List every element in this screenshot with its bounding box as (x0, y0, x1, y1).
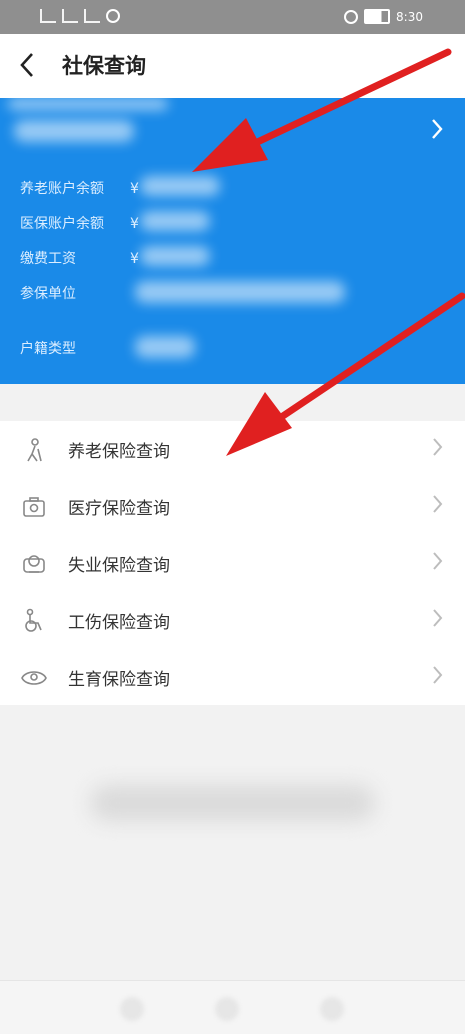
chevron-right-icon (431, 550, 443, 578)
info-label: 户籍类型 (20, 341, 76, 357)
blurred-value (135, 281, 345, 303)
blurred-id (14, 120, 134, 142)
menu-label: 生育保险查询 (68, 670, 170, 690)
account-info-card[interactable]: 养老账户余额 ¥ 医保账户余额 ¥ 缴费工资 ¥ 参保单位 户籍类型 (0, 98, 465, 384)
status-time: 8:30 (396, 9, 423, 24)
wifi-icon (106, 9, 120, 23)
chevron-right-icon (431, 493, 443, 521)
unemployment-icon (10, 551, 58, 577)
back-chevron-icon (20, 53, 33, 77)
chevron-right-icon (431, 607, 443, 635)
info-row-pension: 养老账户余额 ¥ (20, 178, 144, 198)
chevron-right-icon (431, 664, 443, 692)
maternity-icon (10, 665, 58, 691)
menu-label: 养老保险查询 (68, 442, 170, 462)
status-bar: 8:30 (0, 0, 465, 34)
insurance-menu: 养老保险查询 医疗保险查询 失业保险查询 工伤保险查询 生育保险查询 (0, 421, 465, 705)
sim-icon (40, 9, 56, 23)
menu-item-maternity[interactable]: 生育保险查询 (0, 649, 465, 706)
wheelchair-icon (10, 608, 58, 634)
blurred-value (140, 176, 220, 196)
status-left-icons (40, 9, 120, 23)
medical-camera-icon (10, 494, 58, 520)
elder-person-icon (10, 437, 58, 463)
menu-item-injury[interactable]: 工伤保险查询 (0, 592, 465, 649)
signal-icon (62, 9, 78, 23)
menu-label: 工伤保险查询 (68, 613, 170, 633)
info-row-household: 户籍类型 (20, 338, 144, 358)
battery-icon (364, 9, 391, 24)
info-label: 养老账户余额 (20, 181, 104, 197)
nav-icon-1[interactable] (120, 997, 144, 1021)
blurred-value (135, 336, 195, 358)
back-button[interactable] (16, 50, 46, 82)
alarm-icon (344, 9, 359, 24)
blurred-value (140, 246, 210, 266)
info-label: 缴费工资 (20, 251, 76, 267)
app-header: 社保查询 (0, 34, 465, 98)
chevron-right-icon (431, 436, 443, 464)
menu-item-unemployment[interactable]: 失业保险查询 (0, 535, 465, 592)
status-right-icons: 8:30 (344, 9, 423, 24)
menu-item-pension[interactable]: 养老保险查询 (0, 421, 465, 478)
info-label: 参保单位 (20, 286, 76, 302)
info-row-medical: 医保账户余额 ¥ (20, 213, 144, 233)
blurred-name (8, 98, 168, 110)
blurred-value (140, 211, 210, 231)
signal-icon-2 (84, 9, 100, 23)
info-row-salary: 缴费工资 ¥ (20, 248, 144, 268)
bottom-navigation (0, 980, 465, 1034)
card-chevron-icon[interactable] (429, 116, 445, 149)
menu-label: 失业保险查询 (68, 556, 170, 576)
info-row-employer: 参保单位 (20, 283, 144, 303)
menu-label: 医疗保险查询 (68, 499, 170, 519)
blurred-footer-text (90, 785, 375, 821)
menu-item-medical[interactable]: 医疗保险查询 (0, 478, 465, 535)
page-title: 社保查询 (62, 54, 146, 78)
nav-icon-3[interactable] (320, 997, 344, 1021)
nav-icon-2[interactable] (215, 997, 239, 1021)
info-label: 医保账户余额 (20, 216, 104, 232)
